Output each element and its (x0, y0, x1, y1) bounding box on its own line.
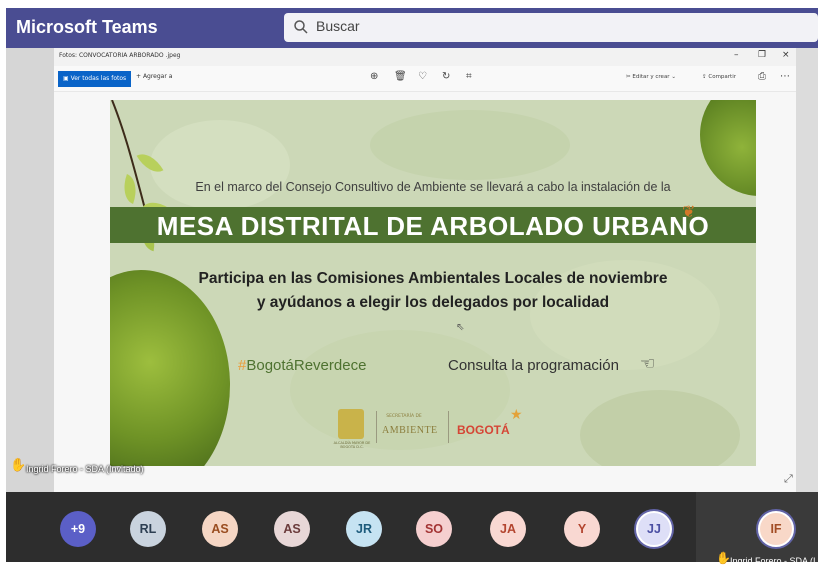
consulta-text: Consulta la programación (448, 357, 619, 374)
presenter-name-label: Ingrid Forero - SDA (Invitado) (26, 464, 144, 474)
close-icon[interactable]: × (782, 50, 790, 60)
hashtag-label: BogotáReverdece (246, 357, 367, 374)
stage-left-edge (6, 48, 54, 492)
print-icon[interactable]: ⎙ (758, 71, 766, 82)
add-to-button[interactable]: + Agregar a (136, 73, 172, 80)
photos-app-window: Fotos: CONVOCATORIA ARBORADO .jpeg – ❐ ×… (54, 48, 796, 492)
logo-divider (376, 411, 377, 443)
edit-create-label: Editar y crear (632, 74, 670, 80)
self-avatar[interactable]: IF (758, 511, 794, 547)
logo-divider (448, 411, 449, 443)
texture-patch (580, 390, 740, 466)
banner-title: MESA DISTRITAL DE ARBOLADO URBANO (156, 211, 710, 241)
participant-avatar[interactable]: SO (416, 511, 452, 547)
rotate-icon[interactable]: ↻ (442, 71, 450, 82)
participant-avatar[interactable]: JR (346, 511, 382, 547)
teams-meeting-window: Microsoft Teams Buscar Fotos: CONVOCATOR… (0, 0, 825, 569)
stage-right-edge (796, 48, 818, 492)
raised-hand-icon: ✋ (10, 458, 27, 473)
photos-window-title: Fotos: CONVOCATORIA ARBORADO .jpeg (59, 52, 181, 59)
share-label: Compartir (708, 74, 736, 80)
favorite-icon[interactable]: ♡ (418, 71, 427, 82)
search-placeholder: Buscar (316, 18, 360, 34)
convocatoria-banner-image: En el marco del Consejo Consultivo de Am… (110, 100, 756, 466)
app-title: Microsoft Teams (16, 17, 158, 37)
alcaldia-seal-logo (338, 409, 364, 439)
zoom-icon[interactable]: ⊕ (370, 71, 378, 82)
all-photos-label: Ver todas las fotos (70, 75, 127, 82)
share-button[interactable]: ⇪ Compartir (702, 74, 736, 80)
delete-icon[interactable]: 🗑 (394, 71, 407, 82)
search-icon (294, 20, 308, 34)
edit-create-button[interactable]: ✂ Editar y crear ⌄ (626, 74, 676, 80)
photos-title-bar: Fotos: CONVOCATORIA ARBORADO .jpeg – ❐ × (54, 48, 796, 66)
banner-subtitle-line-2: y ayúdanos a elegir los delegados por lo… (256, 294, 610, 311)
ambiente-label: AMBIENTE (382, 425, 438, 436)
bogota-logo: BOGOTÁ (457, 423, 510, 437)
minimize-icon[interactable]: – (734, 50, 739, 60)
secretaria-label: SECRETARÍA DE (386, 414, 422, 419)
star-icon: ★ (510, 407, 523, 423)
hashtag-text: #BogotáReverdece (238, 357, 366, 374)
institutional-logos: ALCALDÍA MAYOR DE BOGOTÁ D.C. SECRETARÍA… (334, 405, 538, 449)
banner-intro-text: En el marco del Consejo Consultivo de Am… (195, 180, 671, 194)
teams-title-bar: Microsoft Teams Buscar (6, 8, 818, 48)
participant-avatar[interactable]: JJ (636, 511, 672, 547)
seal-caption: ALCALDÍA MAYOR DE BOGOTÁ D.C. (333, 441, 371, 449)
pointing-hand-icon: ☜ (640, 354, 656, 374)
search-input[interactable]: Buscar (284, 13, 818, 42)
banner-title-band: MESA DISTRITAL DE ARBOLADO URBANO (110, 207, 756, 243)
self-participant-name: Ingrid Forero - SDA (I (730, 556, 816, 566)
crop-icon[interactable]: ⌗ (466, 71, 472, 82)
photos-toolbar: ▣ Ver todas las fotos + Agregar a ⊕ 🗑 ♡ … (54, 66, 796, 92)
photos-icon: ▣ (63, 75, 71, 82)
restore-icon[interactable]: ❐ (758, 50, 766, 60)
expand-icon[interactable]: ⤢ (784, 472, 793, 486)
all-photos-button[interactable]: ▣ Ver todas las fotos (58, 71, 132, 87)
add-to-label: Agregar a (142, 73, 173, 80)
texture-patch (370, 110, 570, 180)
butterfly-icon: ❦ (682, 202, 696, 221)
participant-avatar[interactable]: Y (564, 511, 600, 547)
self-video-tile (696, 492, 818, 562)
raised-hand-icon: ✋ (716, 551, 731, 565)
participant-avatar[interactable]: RL (130, 511, 166, 547)
plus-icon: + (136, 73, 143, 80)
shared-screen: Fotos: CONVOCATORIA ARBORADO .jpeg – ❐ ×… (6, 48, 818, 492)
more-options-icon[interactable]: ⋯ (780, 71, 790, 82)
participant-avatar[interactable]: JA (490, 511, 526, 547)
participant-avatar[interactable]: AS (202, 511, 238, 547)
banner-subtitle-line-1: Participa en las Comisiones Ambientales … (198, 270, 668, 287)
participant-avatar[interactable]: AS (274, 511, 310, 547)
mouse-cursor-icon: ⇖ (456, 322, 465, 333)
more-participants-avatar[interactable]: +9 (60, 511, 96, 547)
participants-strip: +9 RL AS AS JR SO JA Y JJ IF (6, 492, 818, 562)
